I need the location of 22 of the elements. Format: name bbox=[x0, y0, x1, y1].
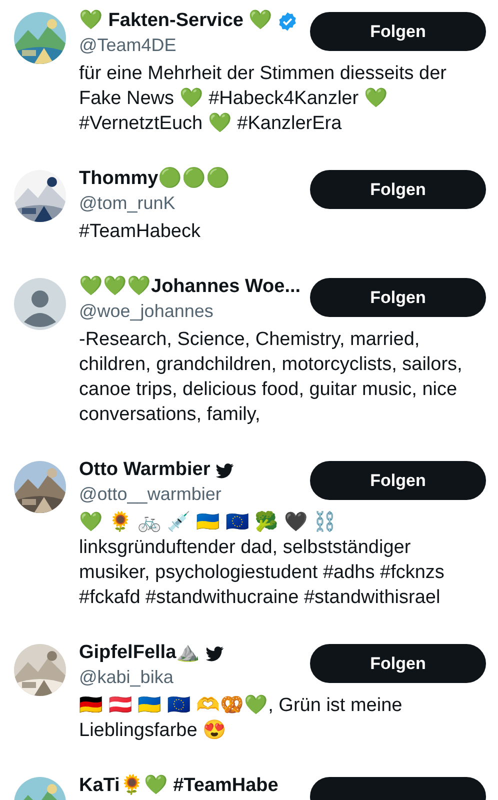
user-bio: #TeamHabeck bbox=[79, 220, 202, 244]
display-name: Thommy🟢🟢🟢 bbox=[79, 167, 230, 191]
user-handle: @kabi_bika bbox=[79, 666, 174, 689]
user-bio: für eine Mehrheit der Stimmen diesseits der Fake News 💚 #Habeck4Kanzler 💚 #VernetztEuch 💚 #KanzlerEra bbox=[79, 62, 448, 136]
follow-button[interactable]: Folgen bbox=[310, 170, 486, 209]
user-handle: @woe_johannes bbox=[79, 300, 214, 323]
user-bio: -Research, Science, Chemistry, married, children, grandchildren, motorcyclists, sailors, canoe trips, delicious food, guitar music, nice conversations, family, bbox=[79, 328, 464, 427]
user-bio: 💚 🌻 🚲 💉 🇺🇦 🇪🇺 🥦 🖤 ⛓ linksgründuftender dad, selbstständiger musiker, psychologiestudent #adhs #fcknzs #fckafd #standwithucraine #standwithisrael bbox=[79, 510, 446, 610]
follow-button[interactable]: Folgen bbox=[310, 644, 486, 683]
display-name: GipfelFella⛰ bbox=[79, 641, 200, 665]
display-name: Otto Warmbier bbox=[79, 458, 210, 482]
display-name: 💚💚💚Johannes Woe... bbox=[79, 275, 301, 299]
display-name: KaTi🌻💚 #TeamHabe bbox=[79, 774, 278, 798]
user-handle: @otto__warmbier bbox=[79, 483, 222, 506]
follow-button[interactable]: Folgen bbox=[310, 12, 486, 51]
display-name: 💚 Fakten-Service 💚 bbox=[79, 9, 273, 33]
user-handle: @Team4DE bbox=[79, 34, 178, 57]
user-bio: 🇩🇪 🇦🇹 🇺🇦 🇪🇺 🫶🥨💚, Grün ist meine Lieblingsfarbe 😍 bbox=[79, 694, 404, 743]
user-handle: @tom_runK bbox=[79, 192, 176, 215]
follow-button[interactable]: Folgen bbox=[310, 278, 486, 317]
follow-button[interactable]: Folgen bbox=[310, 461, 486, 500]
default-avatar-icon bbox=[14, 278, 66, 330]
